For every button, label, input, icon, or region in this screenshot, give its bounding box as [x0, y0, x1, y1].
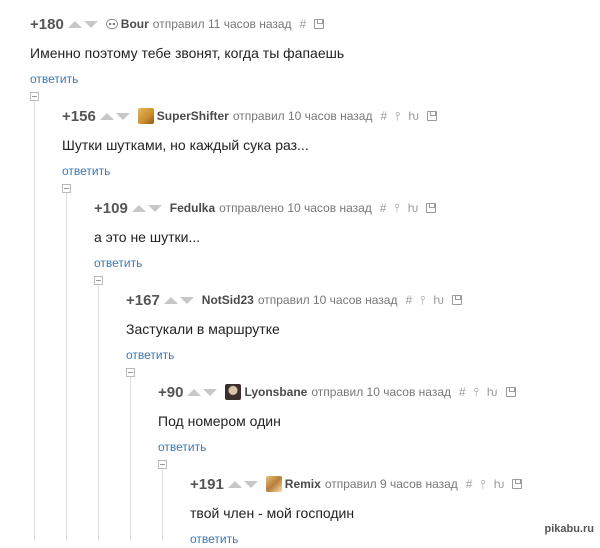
upvote-icon[interactable] [67, 20, 82, 28]
comment-header: +180 Bour отправил 11 часов назад # [30, 14, 344, 34]
comment-header: +109 Fedulka отправлено 10 часов назад #… [94, 198, 444, 218]
pin-icon[interactable]: ⫯ [420, 293, 425, 308]
reply-link[interactable]: ответить [94, 256, 142, 270]
thread-line [130, 376, 131, 541]
comment-author[interactable]: Bour [121, 17, 149, 31]
comment-rating: +156 [62, 107, 96, 125]
comment-text: а это не шутки... [94, 229, 201, 245]
downvote-icon[interactable] [83, 20, 98, 28]
upvote-icon[interactable] [131, 204, 146, 212]
save-icon[interactable] [426, 111, 437, 121]
pin-icon[interactable]: ⫯ [480, 477, 485, 492]
reply-link[interactable]: ответить [158, 440, 206, 454]
branch-icon[interactable]: ƕ [487, 385, 498, 399]
comment-meta: отправил 10 часов назад [232, 109, 373, 123]
reply-link[interactable]: ответить [126, 348, 174, 362]
comment-header: +156 SuperShifter отправил 10 часов наза… [62, 106, 445, 126]
comment: +90 Lyonsbane отправил 10 часов назад # … [158, 382, 524, 456]
comment-text: твой член - мой господин [190, 505, 355, 521]
pin-icon[interactable]: ⫯ [394, 201, 399, 216]
hash-link-icon[interactable]: # [459, 385, 466, 399]
avatar[interactable] [265, 476, 282, 492]
downvote-icon[interactable] [179, 296, 194, 304]
comment-text: Шутки шутками, но каждый сука раз... [62, 137, 309, 153]
reply-link[interactable]: ответить [62, 164, 110, 178]
comment-rating: +109 [94, 199, 128, 217]
collapse-toggle-icon[interactable] [158, 460, 167, 469]
collapse-toggle-icon[interactable] [94, 276, 103, 285]
branch-icon[interactable]: ƕ [408, 201, 419, 215]
pin-icon[interactable]: ⫯ [474, 385, 479, 400]
save-icon[interactable] [512, 479, 523, 489]
thread-line [98, 284, 99, 541]
comment-meta: отправил 10 часов назад [311, 385, 451, 399]
collapse-toggle-icon[interactable] [126, 368, 135, 377]
comment-meta: отправил 10 часов назад [257, 293, 398, 307]
thread-line [34, 100, 35, 541]
comment-header: +191 Remix отправил 9 часов назад # ⫯ ƕ [190, 474, 530, 494]
save-icon[interactable] [451, 295, 462, 305]
reply-link[interactable]: ответить [30, 72, 78, 86]
downvote-icon[interactable] [115, 112, 130, 120]
watermark: pikabu.ru [544, 523, 594, 535]
comment-author[interactable]: Lyonsbane [244, 385, 307, 399]
upvote-icon[interactable] [99, 112, 114, 120]
thread-line [66, 192, 67, 541]
downvote-icon[interactable] [203, 388, 218, 396]
comment-text: Застукали в маршрутке [126, 321, 280, 337]
comment-meta: отправлено 10 часов назад [219, 201, 372, 215]
thread-line [162, 468, 163, 541]
comment-text: Именно поэтому тебе звонят, когда ты фап… [30, 45, 345, 61]
avatar[interactable] [225, 384, 242, 400]
upvote-icon[interactable] [187, 388, 202, 396]
hash-link-icon[interactable]: # [405, 293, 412, 307]
downvote-icon[interactable] [147, 204, 162, 212]
comment-meta: отправил 11 часов назад [152, 17, 292, 31]
upvote-icon[interactable] [227, 480, 242, 488]
hash-link-icon[interactable]: # [380, 109, 387, 123]
branch-icon[interactable]: ƕ [494, 477, 505, 491]
avatar[interactable] [137, 108, 154, 124]
comment-meta: отправил 9 часов назад [324, 477, 458, 491]
comment-author[interactable]: Fedulka [170, 201, 215, 215]
pin-icon[interactable]: ⫯ [395, 109, 400, 124]
collapse-toggle-icon[interactable] [30, 92, 39, 101]
hash-link-icon[interactable]: # [466, 477, 473, 491]
downvote-icon[interactable] [243, 480, 258, 488]
branch-icon[interactable]: ƕ [433, 293, 444, 307]
comment-rating: +167 [126, 291, 160, 309]
comment: +167 NotSid23 отправил 10 часов назад # … [126, 290, 470, 364]
comment: +156 SuperShifter отправил 10 часов наза… [62, 106, 445, 180]
comment-author[interactable]: Remix [285, 477, 321, 491]
comment: +109 Fedulka отправлено 10 часов назад #… [94, 198, 444, 272]
reply-link[interactable]: ответить [190, 532, 238, 546]
comment-text: Под номером один [158, 413, 281, 429]
comment-author[interactable]: SuperShifter [157, 109, 229, 123]
comment-rating: +90 [158, 383, 184, 401]
hash-link-icon[interactable]: # [380, 201, 387, 215]
comment-rating: +180 [30, 15, 64, 33]
branch-icon[interactable]: ƕ [408, 109, 419, 123]
avatar[interactable] [105, 19, 118, 29]
comment: +191 Remix отправил 9 часов назад # ⫯ ƕ … [190, 474, 530, 548]
comment-header: +167 NotSid23 отправил 10 часов назад # … [126, 290, 470, 310]
save-icon[interactable] [505, 387, 516, 397]
comment-rating: +191 [190, 475, 224, 493]
comment-author[interactable]: NotSid23 [202, 293, 254, 307]
hash-link-icon[interactable]: # [300, 17, 307, 31]
collapse-toggle-icon[interactable] [62, 184, 71, 193]
comment: +180 Bour отправил 11 часов назад # Имен… [30, 14, 344, 88]
upvote-icon[interactable] [163, 296, 178, 304]
save-icon[interactable] [426, 203, 437, 213]
save-icon[interactable] [314, 19, 325, 29]
comment-header: +90 Lyonsbane отправил 10 часов назад # … [158, 382, 524, 402]
